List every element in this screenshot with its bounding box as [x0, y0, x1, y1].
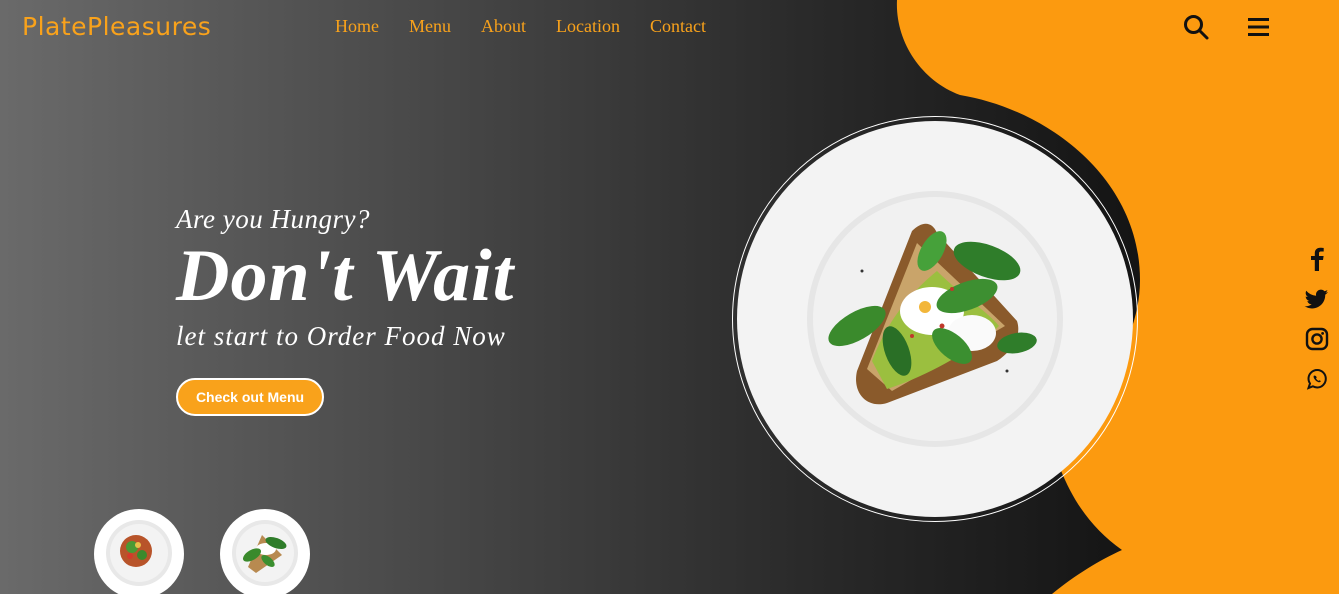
hamburger-menu-icon[interactable]	[1245, 13, 1273, 41]
brand-logo[interactable]: PlatePleasures	[22, 12, 211, 41]
thumbnail-salad-plate[interactable]	[94, 509, 184, 594]
instagram-icon[interactable]	[1304, 326, 1330, 352]
hero-subheading: let start to Order Food Now	[176, 321, 506, 351]
main-nav: Home Menu About Location Contact	[335, 16, 706, 37]
hero-food-plate-image	[737, 121, 1133, 517]
search-icon[interactable]	[1182, 13, 1210, 41]
hero-kicker: Are you Hungry?	[176, 204, 370, 234]
twitter-icon[interactable]	[1304, 286, 1330, 312]
whatsapp-icon[interactable]	[1304, 366, 1330, 392]
nav-home[interactable]: Home	[335, 16, 379, 37]
nav-contact[interactable]: Contact	[650, 16, 706, 37]
hero-headline: Don't Wait	[176, 235, 515, 317]
nav-menu[interactable]: Menu	[409, 16, 451, 37]
check-out-menu-button[interactable]: Check out Menu	[176, 378, 324, 416]
thumbnail-toast-plate[interactable]	[220, 509, 310, 594]
hero-text: Are you Hungry? Don't Wait let start to …	[176, 204, 514, 352]
facebook-icon[interactable]	[1304, 245, 1330, 271]
nav-about[interactable]: About	[481, 16, 526, 37]
nav-location[interactable]: Location	[556, 16, 620, 37]
